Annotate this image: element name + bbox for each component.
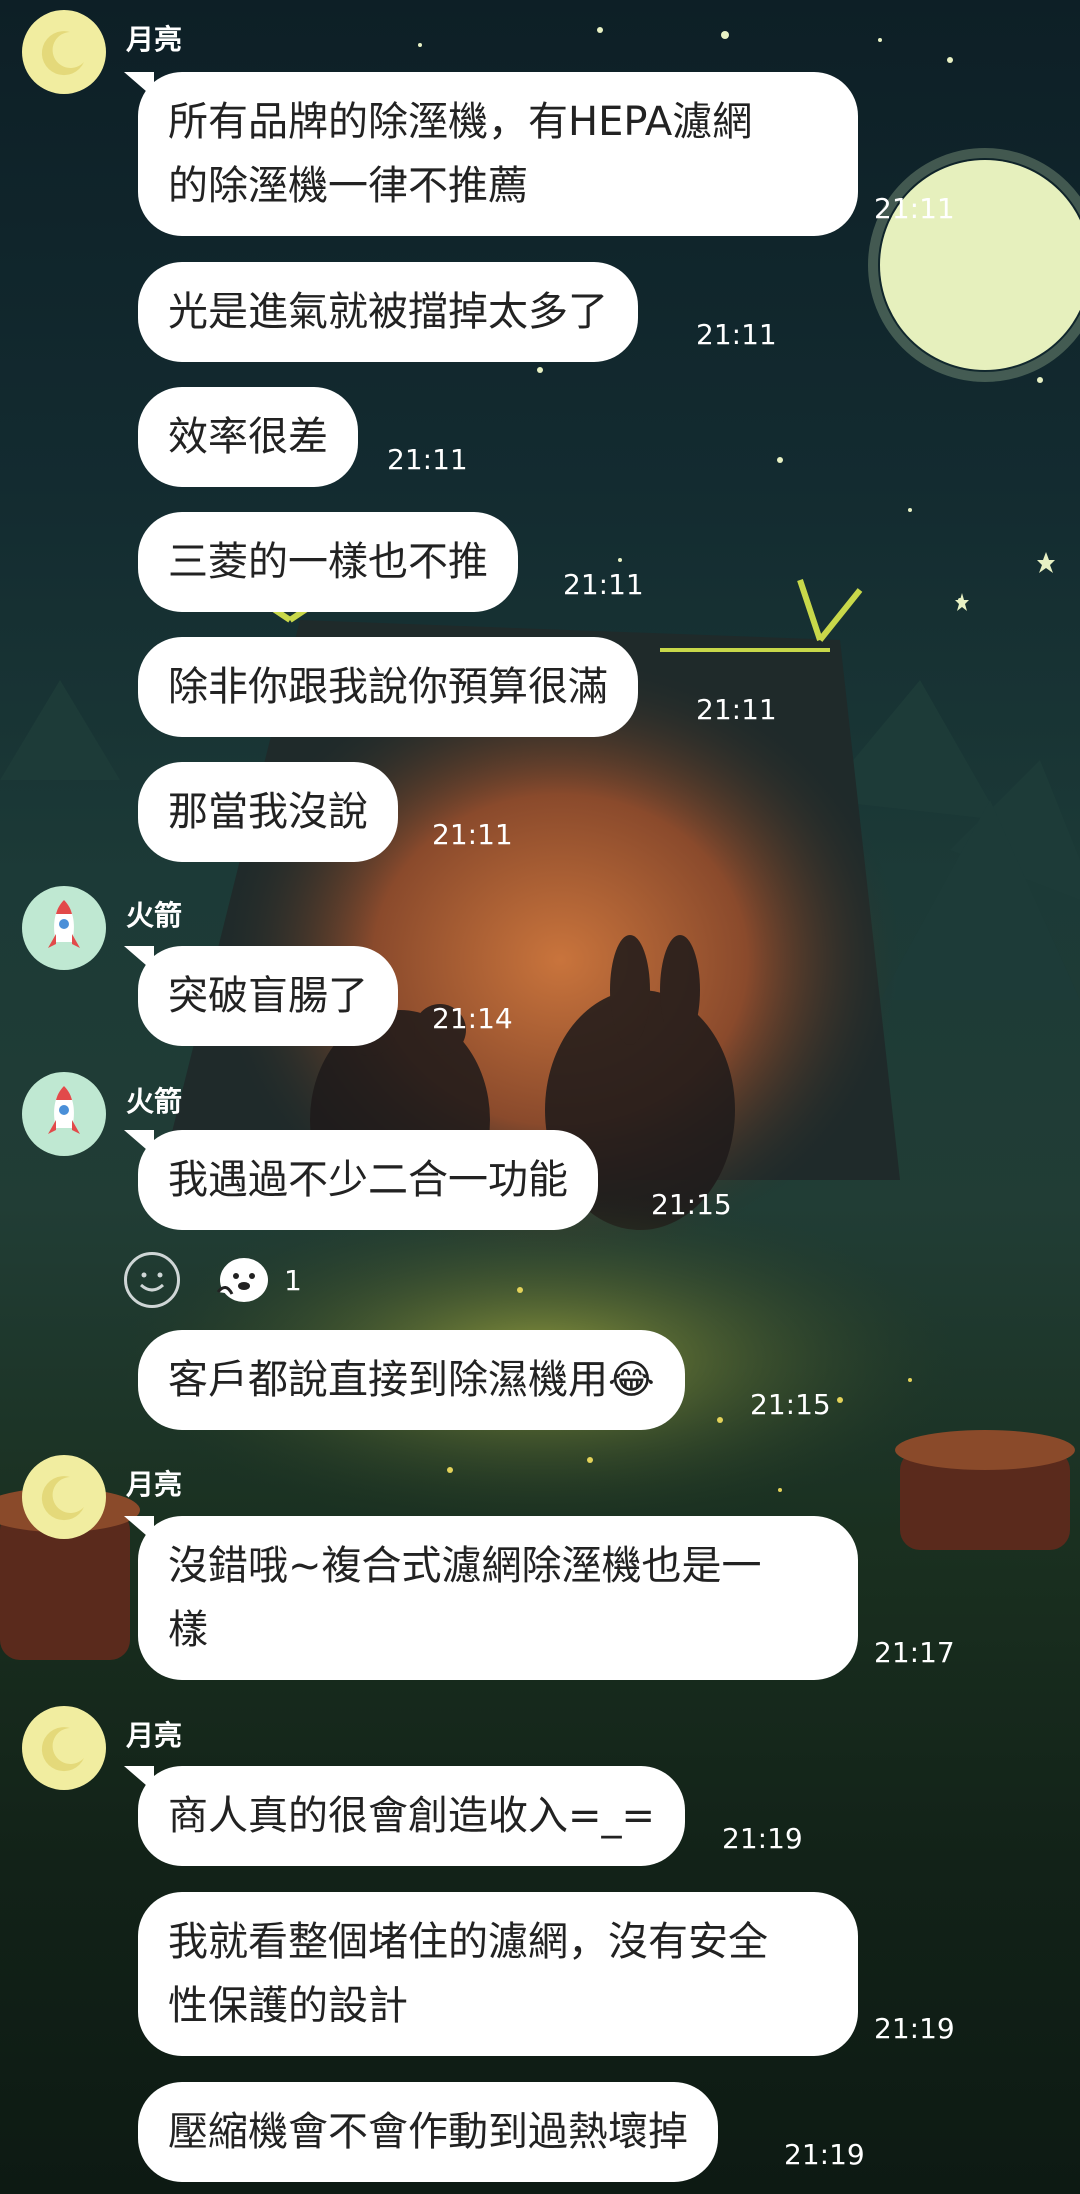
message-bubble[interactable]: 商人真的很會創造收入=_= [123,1766,686,1866]
avatar-moon[interactable] [22,10,106,94]
message-time: 21:14 [432,1002,513,1035]
message-bubble[interactable]: 我遇過不少二合一功能 [124,1130,598,1230]
avatar-moon[interactable] [22,1455,106,1539]
sender-name: 火箭 [126,899,183,932]
message-time: 21:11 [874,192,955,225]
message-time: 21:19 [722,1822,803,1855]
reaction-count: 1 [284,1264,302,1297]
crescent-moon-icon [41,31,84,76]
message-time: 21:15 [750,1388,831,1421]
message-time: 21:19 [874,2012,955,2045]
avatar-moon[interactable] [22,1706,106,1790]
reaction-sticker-icon[interactable] [212,1252,272,1308]
sender-name: 火箭 [126,1085,183,1118]
message-bubble[interactable]: 我就看整個堵住的濾網，沒有安全 性保護的設計 [138,1892,858,2056]
crescent-moon-icon [41,1727,84,1772]
message-time: 21:11 [387,443,468,476]
sender-name: 月亮 [126,1468,183,1501]
rocket-icon [48,1086,80,1134]
message-bubble[interactable]: 沒錯哦~複合式濾網除溼機也是一 樣 [124,1516,858,1680]
message-time: 21:17 [874,1636,955,1669]
avatar-rocket[interactable] [22,886,106,970]
message-bubble[interactable]: 突破盲腸了 [124,946,398,1046]
crescent-moon-icon [41,1476,84,1521]
rocket-icon [48,900,80,948]
message-bubble[interactable]: 除非你跟我說你預算很滿 [138,637,638,737]
message-time: 21:11 [563,568,644,601]
message-time: 21:19 [784,2138,865,2171]
add-reaction-button[interactable] [124,1252,180,1308]
message-bubble[interactable]: 所有品牌的除溼機，有HEPA濾網 的除溼機一律不推薦 [124,72,858,236]
message-bubble[interactable]: 客戶都說直接到除濕機用😂 [138,1330,685,1430]
message-time: 21:11 [696,318,777,351]
message-time: 21:11 [696,693,777,726]
message-bubble[interactable]: 光是進氣就被擋掉太多了 [138,262,638,362]
message-bubble[interactable]: 壓縮機會不會作動到過熱壞掉 [138,2082,718,2182]
message-bubble[interactable]: 三菱的一樣也不推 [138,512,518,612]
avatar-rocket[interactable] [22,1072,106,1156]
message-bubble[interactable]: 那當我沒說 [138,762,398,862]
message-time: 21:11 [432,818,513,851]
sender-name: 月亮 [126,23,183,56]
sender-name: 月亮 [126,1719,183,1752]
message-bubble[interactable]: 效率很差 [138,387,358,487]
message-time: 21:15 [651,1188,732,1221]
smile-icon [139,1272,165,1292]
